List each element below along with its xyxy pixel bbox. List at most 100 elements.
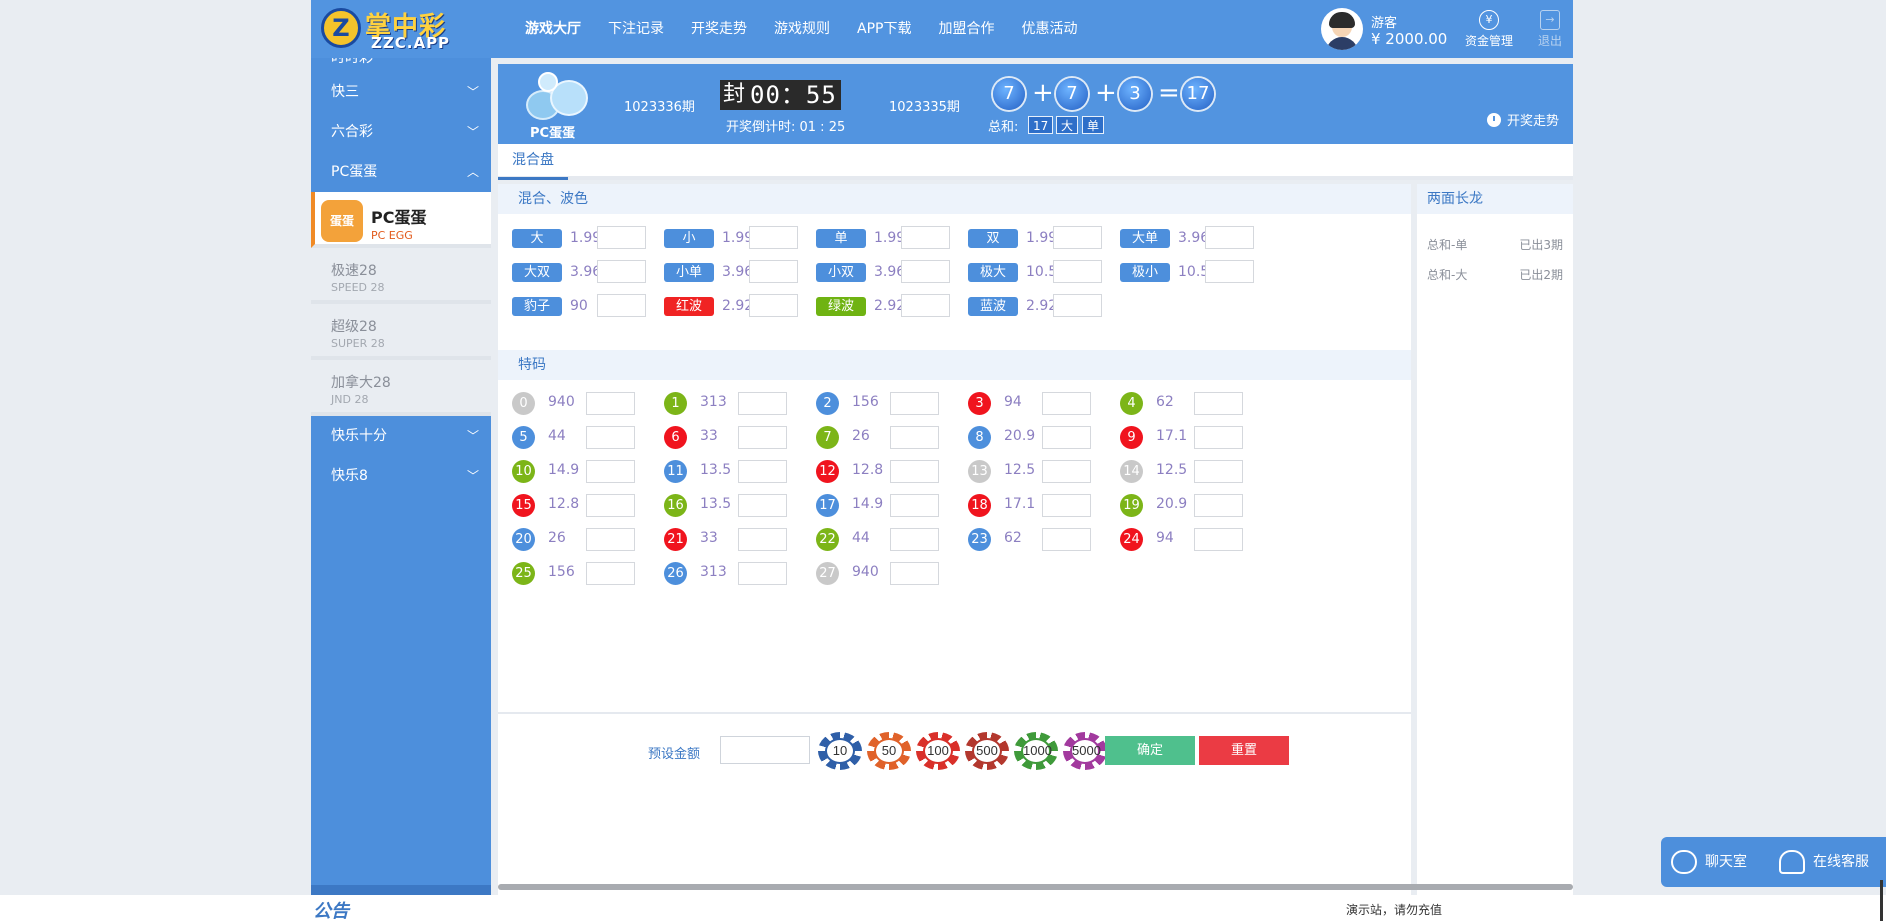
nav-game-rules[interactable]: 游戏规则 (774, 0, 830, 58)
preset-amount-input[interactable] (720, 736, 810, 764)
chip-50[interactable]: 50 (867, 732, 911, 770)
number-ball[interactable]: 15 (512, 494, 535, 517)
bet-amount-input[interactable] (738, 494, 787, 517)
option-label[interactable]: 极大 (968, 263, 1018, 282)
draw-trend-link[interactable]: 开奖走势 (1486, 110, 1559, 129)
chip-500[interactable]: 500 (965, 732, 1009, 770)
number-ball[interactable]: 20 (512, 528, 535, 551)
nav-bet-records[interactable]: 下注记录 (608, 0, 664, 58)
bet-amount-input[interactable] (1042, 392, 1091, 415)
number-ball[interactable]: 18 (968, 494, 991, 517)
tab-mixed[interactable]: 混合盘 (498, 144, 568, 180)
bet-amount-input[interactable] (890, 562, 939, 585)
sidebar-sub-super28[interactable]: 超级28 SUPER 28 (311, 304, 491, 360)
option-label[interactable]: 单 (816, 229, 866, 248)
bet-amount-input[interactable] (890, 460, 939, 483)
option-label[interactable]: 小双 (816, 263, 866, 282)
bet-amount-input[interactable] (586, 494, 635, 517)
bet-amount-input[interactable] (1194, 494, 1243, 517)
sidebar-group-lhc[interactable]: 六合彩 ﹀ (311, 112, 491, 152)
bet-amount-input[interactable] (738, 426, 787, 449)
option-label[interactable]: 大 (512, 229, 562, 248)
bet-amount-input[interactable] (586, 392, 635, 415)
number-ball[interactable]: 6 (664, 426, 687, 449)
bet-amount-input[interactable] (890, 528, 939, 551)
confirm-button[interactable]: 确定 (1105, 736, 1195, 765)
bet-amount-input[interactable] (738, 528, 787, 551)
number-ball[interactable]: 5 (512, 426, 535, 449)
option-label[interactable]: 大双 (512, 263, 562, 282)
bet-amount-input[interactable] (1053, 294, 1102, 317)
bet-amount-input[interactable] (1194, 426, 1243, 449)
number-ball[interactable]: 9 (1120, 426, 1143, 449)
number-ball[interactable]: 8 (968, 426, 991, 449)
bet-amount-input[interactable] (738, 562, 787, 585)
sidebar-sub-jnd28[interactable]: 加拿大28 JND 28 (311, 360, 491, 416)
sidebar-item-partial[interactable]: 时时彩 (311, 58, 491, 72)
bet-amount-input[interactable] (586, 528, 635, 551)
number-ball[interactable]: 7 (816, 426, 839, 449)
bet-amount-input[interactable] (901, 226, 950, 249)
sidebar-group-klsf[interactable]: 快乐十分 ﹀ (311, 416, 491, 456)
number-ball[interactable]: 1 (664, 392, 687, 415)
number-ball[interactable]: 23 (968, 528, 991, 551)
bet-amount-input[interactable] (1053, 226, 1102, 249)
option-label[interactable]: 双 (968, 229, 1018, 248)
option-label[interactable]: 蓝波 (968, 297, 1018, 316)
number-ball[interactable]: 16 (664, 494, 687, 517)
bet-amount-input[interactable] (586, 426, 635, 449)
option-label[interactable]: 绿波 (816, 297, 866, 316)
number-ball[interactable]: 26 (664, 562, 687, 585)
bet-amount-input[interactable] (890, 426, 939, 449)
number-ball[interactable]: 11 (664, 460, 687, 483)
bet-amount-input[interactable] (597, 260, 646, 283)
number-ball[interactable]: 21 (664, 528, 687, 551)
bet-amount-input[interactable] (901, 260, 950, 283)
bet-amount-input[interactable] (597, 226, 646, 249)
sidebar-group-pcdd[interactable]: PC蛋蛋 ︿ (311, 152, 491, 192)
bet-amount-input[interactable] (890, 494, 939, 517)
number-ball[interactable]: 27 (816, 562, 839, 585)
number-ball[interactable]: 13 (968, 460, 991, 483)
nav-draw-trend[interactable]: 开奖走势 (691, 0, 747, 58)
site-logo[interactable]: Z 掌中彩 ZZC.APP (319, 6, 489, 52)
sidebar-sub-pc-egg[interactable]: 蛋蛋 PC蛋蛋 PC EGG (311, 192, 491, 248)
reset-button[interactable]: 重置 (1199, 736, 1289, 765)
number-ball[interactable]: 10 (512, 460, 535, 483)
horizontal-scrollbar[interactable] (498, 884, 1573, 890)
bet-amount-input[interactable] (1194, 460, 1243, 483)
number-ball[interactable]: 22 (816, 528, 839, 551)
chip-10[interactable]: 10 (818, 732, 862, 770)
chip-5000[interactable]: 5000 (1063, 732, 1107, 770)
bet-amount-input[interactable] (1205, 226, 1254, 249)
bet-amount-input[interactable] (738, 460, 787, 483)
bet-amount-input[interactable] (597, 294, 646, 317)
bet-amount-input[interactable] (586, 562, 635, 585)
sidebar-sub-speed28[interactable]: 极速28 SPEED 28 (311, 248, 491, 304)
online-service-button[interactable]: 在线客服 (1779, 837, 1869, 887)
bet-amount-input[interactable] (1042, 528, 1091, 551)
logout-button[interactable]: → 退出 (1538, 10, 1562, 49)
nav-app-download[interactable]: APP下载 (857, 0, 911, 58)
option-label[interactable]: 红波 (664, 297, 714, 316)
bet-amount-input[interactable] (1194, 392, 1243, 415)
bet-amount-input[interactable] (749, 294, 798, 317)
number-ball[interactable]: 25 (512, 562, 535, 585)
option-label[interactable]: 大单 (1120, 229, 1170, 248)
nav-promotions[interactable]: 优惠活动 (1021, 0, 1077, 58)
user-avatar[interactable] (1321, 8, 1363, 50)
number-ball[interactable]: 24 (1120, 528, 1143, 551)
funds-management-button[interactable]: ¥ 资金管理 (1465, 10, 1513, 49)
sidebar-group-k3[interactable]: 快三 ﹀ (311, 72, 491, 112)
bet-amount-input[interactable] (890, 392, 939, 415)
bet-amount-input[interactable] (1053, 260, 1102, 283)
option-label[interactable]: 豹子 (512, 297, 562, 316)
number-ball[interactable]: 0 (512, 392, 535, 415)
number-ball[interactable]: 14 (1120, 460, 1143, 483)
sidebar-group-kl8[interactable]: 快乐8 ﹀ (311, 456, 491, 496)
bet-amount-input[interactable] (1042, 460, 1091, 483)
number-ball[interactable]: 2 (816, 392, 839, 415)
chip-100[interactable]: 100 (916, 732, 960, 770)
bet-amount-input[interactable] (901, 294, 950, 317)
bet-amount-input[interactable] (738, 392, 787, 415)
